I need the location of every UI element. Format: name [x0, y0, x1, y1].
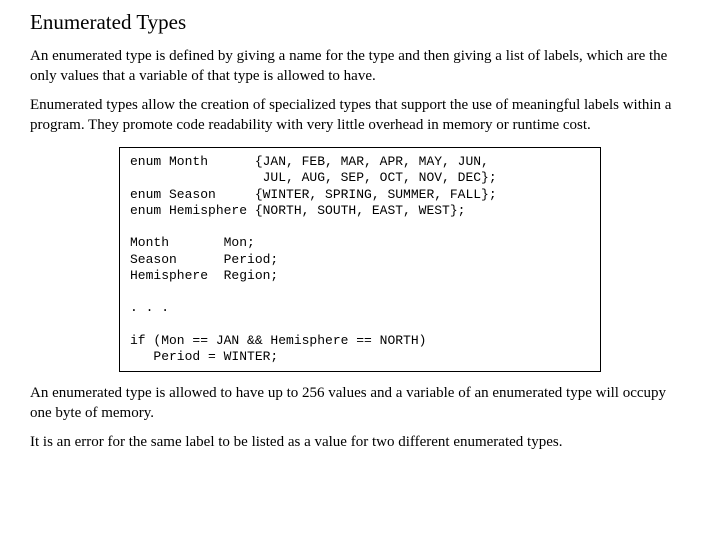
paragraph-purpose: Enumerated types allow the creation of s… [30, 96, 690, 135]
code-example: enum Month {JAN, FEB, MAR, APR, MAY, JUN… [119, 147, 601, 372]
paragraph-error: It is an error for the same label to be … [30, 433, 690, 453]
paragraph-limits: An enumerated type is allowed to have up… [30, 384, 690, 423]
page-title: Enumerated Types [30, 10, 690, 35]
paragraph-definition: An enumerated type is defined by giving … [30, 47, 690, 86]
